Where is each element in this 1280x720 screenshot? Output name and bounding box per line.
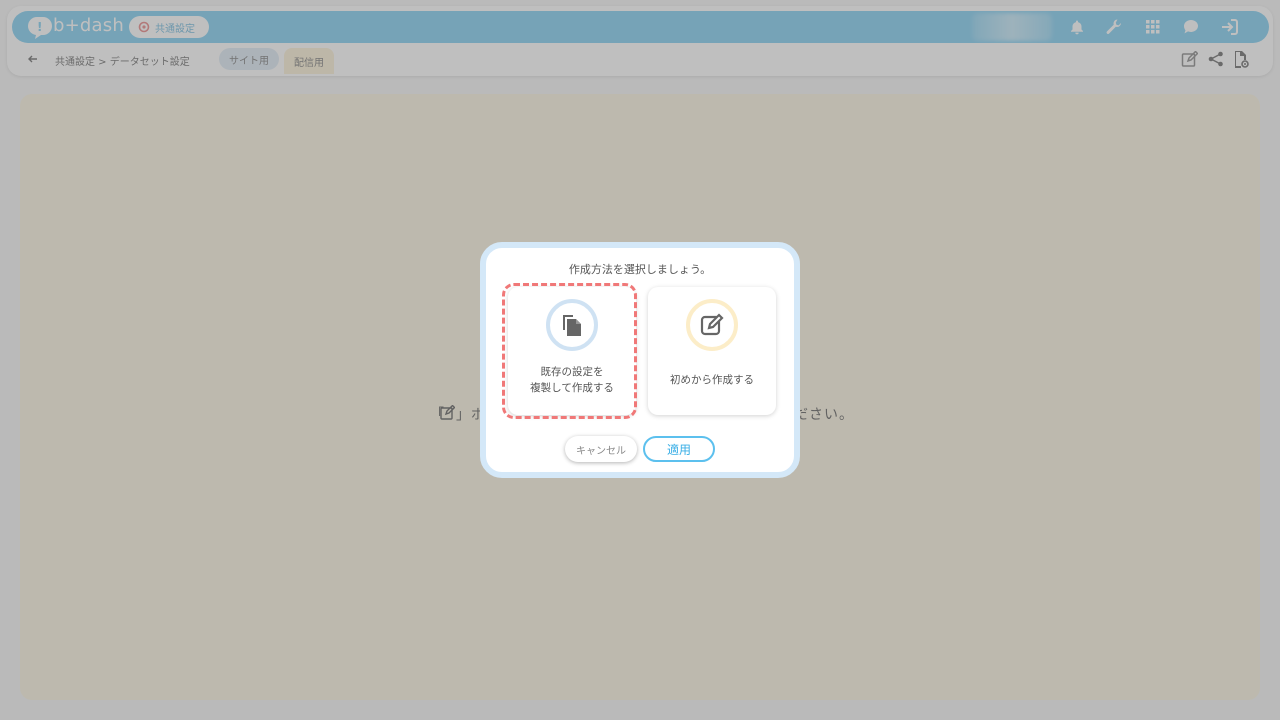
create-method-modal: 作成方法を選択しましょう。 既存の設定を 複製して作成する 初めから作成する キ… xyxy=(480,242,800,478)
edit-icon xyxy=(700,313,724,336)
edit-icon-ring xyxy=(686,299,738,351)
selection-highlight xyxy=(502,283,637,419)
modal-title: 作成方法を選択しましょう。 xyxy=(568,263,712,276)
apply-button[interactable]: 適用 xyxy=(643,436,715,462)
cancel-button[interactable]: キャンセル xyxy=(565,436,637,462)
option-create-new[interactable]: 初めから作成する xyxy=(648,287,776,415)
option-new-label: 初めから作成する xyxy=(670,374,754,386)
